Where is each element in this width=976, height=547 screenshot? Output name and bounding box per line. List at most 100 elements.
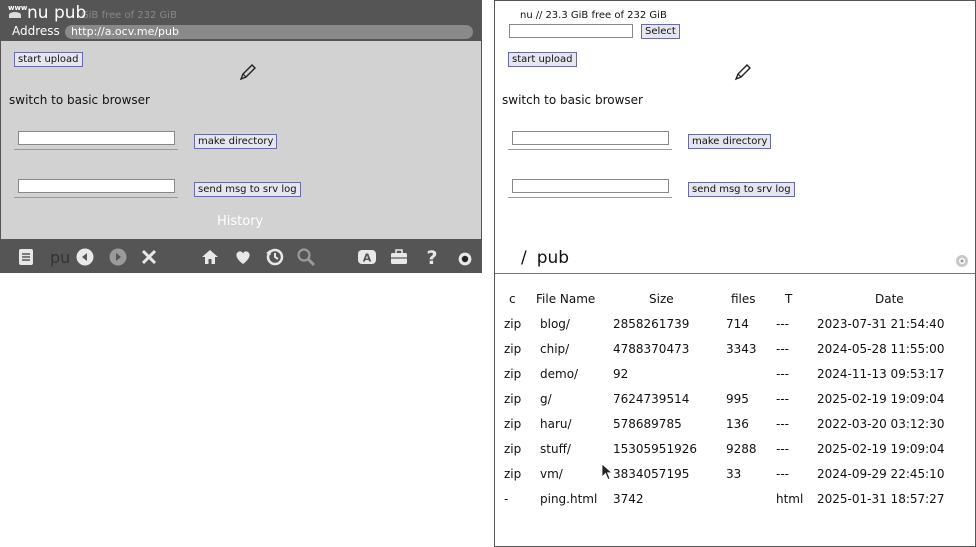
home-icon[interactable]	[200, 247, 220, 267]
text-size-icon[interactable]: A	[357, 247, 377, 267]
make-directory-button[interactable]: make directory	[194, 134, 278, 149]
browser-toolbar: pu A ?	[1, 239, 481, 272]
row-size: 7624739514	[613, 392, 690, 406]
row-name-link[interactable]: ping.html	[540, 492, 597, 506]
row-type: html	[776, 492, 804, 506]
header-size[interactable]: Size	[649, 292, 674, 306]
message-input-bottom[interactable]	[512, 179, 669, 193]
row-name-link[interactable]: demo/	[540, 367, 578, 381]
row-files: 714	[726, 317, 749, 331]
toolbox-icon[interactable]	[389, 247, 409, 267]
table-row: - ping.html 3742 html 2025-01-31 18:57:2…	[495, 492, 975, 512]
table-row: zip blog/ 2858261739 714 --- 2023-07-31 …	[495, 317, 975, 337]
gear-icon[interactable]	[955, 254, 969, 268]
row-size: 3742	[613, 492, 644, 506]
row-name-link[interactable]: g/	[540, 392, 552, 406]
row-name-link[interactable]: haru/	[540, 417, 572, 431]
title-bar: GiB free of 232 GiB www nu pub Address h…	[1, 1, 481, 41]
select-button[interactable]: Select	[641, 24, 680, 39]
row-zip-link[interactable]: zip	[504, 392, 521, 406]
header-file-name[interactable]: File Name	[536, 292, 595, 306]
free-space-text: 23.3 GiB free of 232 GiB	[545, 10, 667, 21]
row-date: 2025-02-19 19:09:04	[817, 442, 945, 456]
row-size: 4788370473	[613, 342, 690, 356]
search-icon[interactable]	[296, 247, 316, 267]
row-files: 9288	[726, 442, 757, 456]
path-current[interactable]: pub	[537, 248, 569, 268]
www-icon: www	[8, 4, 27, 18]
history-icon[interactable]	[265, 247, 285, 267]
help-icon[interactable]: ?	[422, 247, 442, 267]
row-zip-link[interactable]: zip	[504, 442, 521, 456]
row-zip-link[interactable]: zip	[504, 342, 521, 356]
server-header: nu//23.3 GiB free of 232 GiB	[520, 10, 670, 21]
row-name-link[interactable]: vm/	[540, 467, 563, 481]
table-row: zip g/ 7624739514 995 --- 2025-02-19 19:…	[495, 392, 975, 412]
svg-text:A: A	[363, 252, 372, 265]
title-ghost-text: GiB free of 232 GiB	[81, 10, 177, 21]
row-type: ---	[776, 417, 789, 431]
row-name-link[interactable]: stuff/	[540, 442, 571, 456]
row-name-link[interactable]: chip/	[540, 342, 569, 356]
row-date: 2025-01-31 18:57:27	[817, 492, 945, 506]
header-type[interactable]: T	[785, 292, 792, 306]
header-files[interactable]: files	[731, 292, 756, 306]
settings-icon[interactable]	[457, 251, 473, 267]
row-date: 2023-07-31 21:54:40	[817, 317, 945, 331]
row-files: 136	[726, 417, 749, 431]
directory-rule	[14, 149, 178, 150]
header-c[interactable]: c	[509, 292, 516, 306]
row-files: 995	[726, 392, 749, 406]
row-date: 2022-03-20 03:12:30	[817, 417, 945, 431]
row-zip-link[interactable]: zip	[504, 467, 521, 481]
row-files: 3343	[726, 342, 757, 356]
favorites-icon[interactable]	[233, 247, 253, 267]
stop-icon[interactable]	[139, 247, 159, 267]
path-root-link[interactable]: /	[521, 248, 527, 268]
header-separator: //	[535, 10, 543, 21]
send-msg-button-bottom[interactable]: send msg to srv log	[688, 182, 795, 197]
pencil-icon[interactable]	[238, 62, 258, 82]
history-label: History	[217, 214, 264, 229]
address-input[interactable]: http://a.ocv.me/pub	[65, 25, 473, 39]
row-zip-link[interactable]: zip	[504, 417, 521, 431]
row-size: 2858261739	[613, 317, 690, 331]
row-zip-link[interactable]: zip	[504, 367, 521, 381]
directory-name-input-bottom[interactable]	[512, 131, 669, 145]
message-input[interactable]	[18, 179, 175, 193]
row-size: 578689785	[613, 417, 682, 431]
row-date: 2024-09-29 22:45:10	[817, 467, 945, 481]
file-select-input[interactable]	[509, 24, 633, 38]
switch-basic-browser-link[interactable]: switch to basic browser	[9, 93, 150, 107]
row-name-link[interactable]: blog/	[540, 317, 570, 331]
section-divider	[495, 273, 975, 274]
forward-icon[interactable]	[108, 247, 128, 267]
row-type: ---	[776, 467, 789, 481]
header-date[interactable]: Date	[875, 292, 904, 306]
message-rule	[14, 197, 178, 198]
table-row: zip demo/ 92 --- 2024-11-13 09:53:17	[495, 367, 975, 387]
start-upload-button[interactable]: start upload	[14, 52, 83, 67]
path-breadcrumb: / pub	[521, 248, 569, 268]
row-type: ---	[776, 342, 789, 356]
row-size: 92	[613, 367, 629, 381]
switch-basic-browser-link-bottom[interactable]: switch to basic browser	[502, 93, 643, 107]
table-row: zip stuff/ 15305951926 9288 --- 2025-02-…	[495, 442, 975, 462]
pencil-icon[interactable]	[733, 62, 753, 82]
table-row: zip chip/ 4788370473 3343 --- 2024-05-28…	[495, 342, 975, 362]
row-type: ---	[776, 367, 789, 381]
make-directory-button-bottom[interactable]: make directory	[688, 134, 772, 149]
row-size: 3834057195	[613, 467, 690, 481]
svg-text:?: ?	[426, 247, 437, 267]
back-icon[interactable]	[75, 247, 95, 267]
row-type: ---	[776, 317, 789, 331]
top-screen: GiB free of 232 GiB www nu pub Address h…	[0, 0, 482, 273]
start-upload-button-bottom[interactable]: start upload	[508, 52, 577, 67]
site-name: nu	[520, 10, 533, 21]
row-zip-link[interactable]: zip	[504, 317, 521, 331]
row-type: ---	[776, 442, 789, 456]
row-files: 33	[726, 467, 742, 481]
bookmark-list-icon[interactable]	[16, 247, 36, 267]
send-msg-button[interactable]: send msg to srv log	[194, 182, 301, 197]
directory-name-input[interactable]	[18, 131, 175, 145]
